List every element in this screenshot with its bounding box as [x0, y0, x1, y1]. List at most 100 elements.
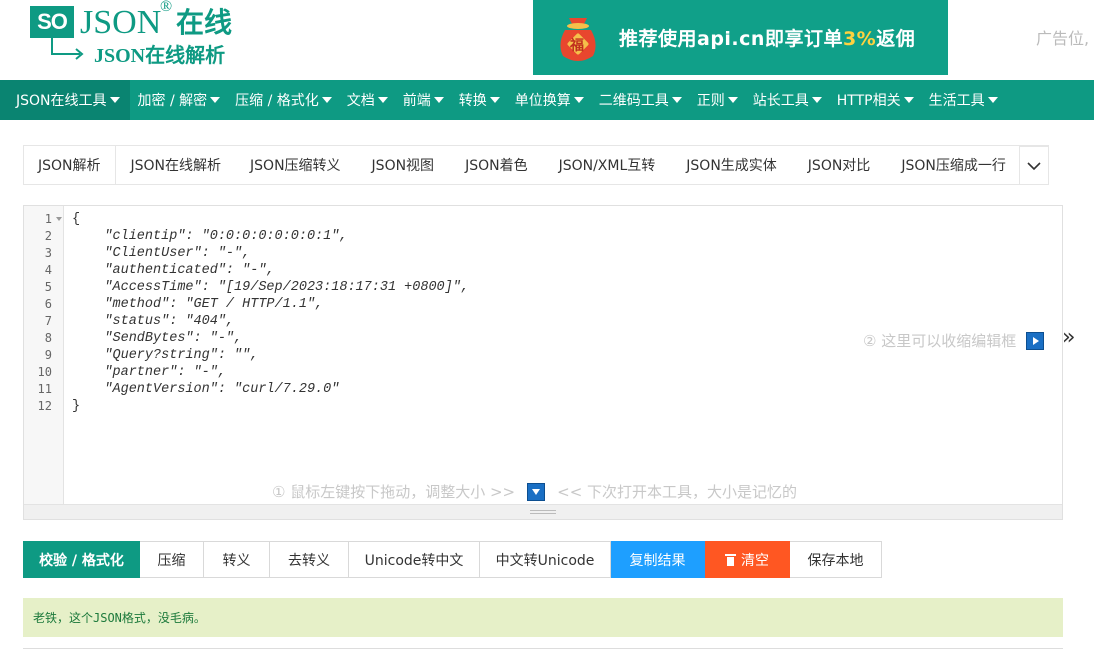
nav-label: HTTP相关: [836, 93, 901, 109]
nav-label: 正则: [696, 93, 725, 109]
tool-tabs: JSON解析 JSON在线解析 JSON压缩转义 JSON视图 JSON着色 J…: [23, 145, 1049, 185]
fold-arrow-icon[interactable]: [56, 217, 62, 221]
nav-convert[interactable]: 转换: [451, 80, 507, 120]
lucky-bag-icon: 福: [555, 12, 601, 64]
nav-label: 二维码工具: [598, 93, 669, 109]
nav-label: JSON在线工具: [16, 93, 107, 109]
page: SO JSON ® 在线 JSON在线解析 福 推荐使用api.cn即享订单3%…: [0, 0, 1094, 649]
caret-down-icon: [321, 97, 332, 103]
tab-json-entity[interactable]: JSON生成实体: [670, 146, 792, 184]
collapse-right-icon[interactable]: [1026, 331, 1045, 350]
main-nav: JSON在线工具 加密 / 解密 压缩 / 格式化 文档 前端 转换 单位换算 …: [0, 80, 1094, 120]
nav-frontend[interactable]: 前端: [395, 80, 451, 120]
line-number: 4: [44, 263, 52, 277]
chinese-to-unicode-button[interactable]: 中文转Unicode: [480, 541, 611, 578]
logo-json-text: JSON: [80, 4, 162, 41]
tabs-more-button[interactable]: [1019, 146, 1049, 185]
caret-down-icon: [727, 97, 738, 103]
resize-hint-post: << 下次打开本工具，大小是记忆的: [557, 483, 798, 501]
banner-text-pre: 推荐使用api.cn即享订单: [619, 28, 843, 50]
caret-down-icon: [433, 97, 444, 103]
banner-highlight: 3%: [842, 28, 877, 50]
logo-arrow-icon: [51, 38, 84, 60]
code-line: "status": "404",: [72, 314, 235, 329]
compress-button[interactable]: 压缩: [140, 541, 204, 578]
save-local-button[interactable]: 保存本地: [790, 541, 882, 578]
line-number-gutter: 1 2 3 4 5 6 7 8 9 10 11 12: [24, 206, 64, 504]
tab-json-colorize[interactable]: JSON着色: [449, 146, 543, 184]
chevron-down-icon: [1027, 161, 1041, 170]
line-number: 9: [44, 348, 52, 362]
nav-crypto[interactable]: 加密 / 解密: [130, 80, 228, 120]
line-number: 3: [44, 246, 52, 260]
nav-label: 单位换算: [514, 93, 571, 109]
nav-webmaster[interactable]: 站长工具: [745, 80, 829, 120]
caret-down-icon: [903, 97, 914, 103]
code-line: "clientip": "0:0:0:0:0:0:0:1",: [72, 229, 348, 244]
nav-regex[interactable]: 正则: [689, 80, 745, 120]
line-number: 7: [44, 314, 52, 328]
line-number: 5: [44, 280, 52, 294]
banner-text: 推荐使用api.cn即享订单3%返佣: [619, 24, 915, 51]
tab-json-parse[interactable]: JSON解析: [24, 146, 116, 184]
caret-down-icon: [573, 97, 584, 103]
ad-banner[interactable]: 福 推荐使用api.cn即享订单3%返佣: [533, 0, 948, 75]
logo-subtitle: JSON在线解析: [94, 45, 226, 67]
resize-hint-pre: ① 鼠标左键按下拖动，调整大小 >>: [272, 483, 516, 501]
tab-json-compare[interactable]: JSON对比: [792, 146, 886, 184]
escape-button[interactable]: 转义: [204, 541, 270, 578]
resize-down-icon[interactable]: [527, 482, 546, 501]
logo-so-box: SO: [30, 6, 74, 38]
nav-label: 加密 / 解密: [137, 93, 208, 109]
code-line: "Query?string": "",: [72, 348, 259, 363]
caret-down-icon: [987, 97, 998, 103]
tab-json-xml[interactable]: JSON/XML互转: [543, 146, 671, 184]
header: SO JSON ® 在线 JSON在线解析 福 推荐使用api.cn即享订单3%…: [0, 0, 1094, 80]
tab-json-view[interactable]: JSON视图: [356, 146, 450, 184]
banner-text-post: 返佣: [876, 28, 916, 50]
logo-online-text: 在线: [176, 6, 233, 39]
tab-json-compress-escape[interactable]: JSON压缩转义: [236, 146, 356, 184]
unescape-button[interactable]: 去转义: [270, 541, 349, 578]
code-line: "partner": "-",: [72, 365, 226, 380]
line-number: 10: [37, 365, 52, 379]
validate-format-button[interactable]: 校验 / 格式化: [23, 541, 140, 578]
nav-compress-format[interactable]: 压缩 / 格式化: [227, 80, 339, 120]
copy-result-button[interactable]: 复制结果: [611, 541, 705, 578]
json-editor[interactable]: 1 2 3 4 5 6 7 8 9 10 11 12 { "clientip":…: [23, 205, 1063, 520]
nav-http[interactable]: HTTP相关: [829, 80, 921, 120]
tab-json-online-parse[interactable]: JSON在线解析: [116, 146, 237, 184]
unicode-to-chinese-button[interactable]: Unicode转中文: [349, 541, 480, 578]
site-logo[interactable]: SO JSON ® 在线 JSON在线解析: [30, 0, 250, 74]
collapse-hint: ② 这里可以收缩编辑框: [863, 330, 1045, 351]
validation-result: 老铁，这个JSON格式，没毛病。: [23, 598, 1063, 637]
code-line: "method": "GET / HTTP/1.1",: [72, 297, 324, 312]
nav-qrcode[interactable]: 二维码工具: [591, 80, 689, 120]
code-line: "ClientUser": "-",: [72, 246, 251, 261]
line-number: 1: [44, 212, 52, 226]
nav-label: 转换: [458, 93, 487, 109]
collapse-arrows-icon[interactable]: »: [1062, 325, 1076, 350]
line-number: 8: [44, 331, 52, 345]
nav-json-tools[interactable]: JSON在线工具: [0, 80, 130, 120]
code-content[interactable]: { "clientip": "0:0:0:0:0:0:0:1", "Client…: [72, 211, 469, 415]
grip-icon: [530, 510, 556, 514]
bag-char: 福: [570, 37, 584, 54]
nav-docs[interactable]: 文档: [339, 80, 395, 120]
nav-life-tools[interactable]: 生活工具: [921, 80, 1005, 120]
nav-label: 文档: [346, 93, 375, 109]
code-line: "SendBytes": "-",: [72, 331, 243, 346]
clear-button[interactable]: 清空: [705, 541, 790, 578]
nav-unit-conversion[interactable]: 单位换算: [507, 80, 591, 120]
code-line: "AccessTime": "[19/Sep/2023:18:17:31 +08…: [72, 280, 469, 295]
tab-json-one-line[interactable]: JSON压缩成一行: [885, 146, 1021, 184]
resize-hint: ① 鼠标左键按下拖动，调整大小 >> << 下次打开本工具，大小是记忆的: [272, 481, 797, 502]
trash-icon: [725, 553, 736, 566]
line-number: 6: [44, 297, 52, 311]
code-line: "AgentVersion": "curl/7.29.0": [72, 382, 340, 397]
editor-resize-handle[interactable]: [24, 504, 1062, 519]
line-number: 12: [37, 399, 52, 413]
caret-down-icon: [377, 97, 388, 103]
code-line: "authenticated": "-",: [72, 263, 275, 278]
code-line: }: [72, 399, 81, 414]
